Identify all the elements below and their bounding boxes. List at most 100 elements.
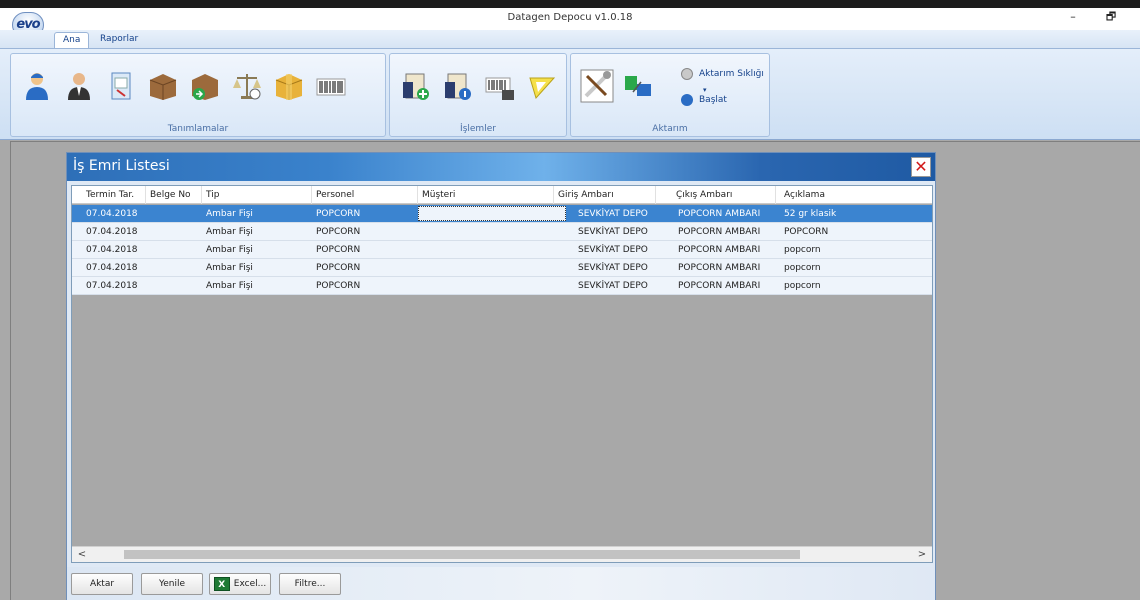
group-tanimlamalar: Tanımlamalar (10, 53, 386, 137)
group-islemler: İşlemler (389, 53, 567, 137)
top-strip (0, 0, 1140, 8)
personnel-icon[interactable] (63, 70, 95, 102)
warehouse-box-icon[interactable] (147, 70, 179, 102)
window-title-text: İş Emri Listesi (73, 158, 170, 174)
table-row[interactable]: 07.04.2018 Ambar Fişi POPCORN SEVKİYAT D… (72, 241, 932, 259)
cell-belge-no (146, 241, 150, 259)
table-row[interactable]: 07.04.2018 Ambar Fişi POPCORN SEVKİYAT D… (72, 277, 932, 295)
window-title-bar: İş Emri Listesi ✕ (67, 153, 935, 181)
cell-musteri (418, 259, 422, 277)
cell-cikis-ambari: POPCORN AMBARI (678, 245, 761, 255)
title-bar: Datagen Depocu v1.0.18 – 🗗 (0, 8, 1140, 30)
restore-button[interactable]: 🗗 (1100, 10, 1122, 26)
cell-cikis-ambari: POPCORN AMBARI (678, 209, 761, 219)
aktar-button[interactable]: Aktar (71, 573, 133, 595)
ribbon-tabs: Ana Raporlar (0, 30, 1140, 48)
cell-aciklama: 52 gr klasik (784, 209, 837, 219)
col-giris-ambari[interactable]: Giriş Ambarı (554, 186, 656, 204)
cell-tip: Ambar Fişi (206, 245, 253, 255)
cell-giris-ambari: SEVKİYAT DEPO (578, 227, 648, 237)
baslat-button[interactable]: Başlat (679, 92, 727, 108)
group-label-aktarim: Aktarım (652, 124, 688, 134)
col-tip[interactable]: Tip (202, 186, 312, 204)
cell-tip: Ambar Fişi (206, 227, 253, 237)
aktarim-sikligi-label: Aktarım Sıklığı (699, 69, 764, 79)
excel-icon: X (213, 576, 230, 591)
cell-musteri (418, 241, 422, 259)
cell-giris-ambari: SEVKİYAT DEPO (578, 209, 648, 219)
cell-termin-tar: 07.04.2018 (86, 245, 138, 255)
yenile-button[interactable]: Yenile (141, 573, 203, 595)
is-emri-listesi-window: İş Emri Listesi ✕ Termin Tar. Belge No T… (66, 152, 936, 600)
cell-cikis-ambari: POPCORN AMBARI (678, 263, 761, 273)
ribbon: Tanımlamalar İşlemler Aktarım Sıklığı ▾ … (0, 48, 1140, 140)
cell-personel: POPCORN (316, 245, 361, 255)
cell-cikis-ambari: POPCORN AMBARI (678, 227, 761, 237)
col-termin-tar[interactable]: Termin Tar. (82, 186, 146, 204)
group-aktarim: Aktarım Sıklığı ▾ Başlat Aktarım (570, 53, 770, 137)
new-document-icon[interactable] (400, 70, 432, 102)
barcode-scan-icon[interactable] (484, 70, 516, 102)
tab-ana[interactable]: Ana (54, 32, 90, 48)
cell-aciklama: POPCORN (784, 227, 829, 237)
cell-personel: POPCORN (316, 263, 361, 273)
cell-belge-no (146, 205, 150, 223)
barcode-icon[interactable] (315, 70, 347, 102)
box-transfer-icon[interactable] (189, 70, 221, 102)
window-title: Datagen Depocu v1.0.18 (507, 12, 633, 23)
col-musteri[interactable]: Müşteri (418, 186, 554, 204)
button-bar: Aktar Yenile X Excel... Filtre... (67, 567, 935, 600)
close-icon[interactable]: ✕ (911, 157, 931, 177)
horizontal-scrollbar[interactable]: < > (72, 546, 932, 562)
cell-musteri-focused[interactable] (418, 206, 566, 221)
cell-musteri (418, 223, 422, 241)
minimize-button[interactable]: – (1062, 10, 1084, 26)
product-box-icon[interactable] (105, 70, 137, 102)
filtre-button[interactable]: Filtre... (279, 573, 341, 595)
cell-termin-tar: 07.04.2018 (86, 227, 138, 237)
package-icon[interactable] (273, 70, 305, 102)
database-sync-icon[interactable] (623, 70, 655, 102)
scroll-right-icon[interactable]: > (914, 547, 930, 562)
col-cikis-ambari[interactable]: Çıkış Ambarı (672, 186, 776, 204)
cell-aciklama: popcorn (784, 245, 821, 255)
scroll-thumb[interactable] (124, 550, 800, 559)
cell-cikis-ambari: POPCORN AMBARI (678, 281, 761, 291)
cell-personel: POPCORN (316, 281, 361, 291)
group-label-tanimlamalar: Tanımlamalar (167, 124, 229, 134)
work-order-grid: Termin Tar. Belge No Tip Personel Müşter… (71, 185, 933, 563)
cell-personel: POPCORN (316, 209, 361, 219)
table-row[interactable]: 07.04.2018 Ambar Fişi POPCORN SEVKİYAT D… (72, 205, 932, 223)
cell-musteri (418, 277, 422, 295)
col-aciklama[interactable]: Açıklama (780, 186, 932, 204)
col-personel[interactable]: Personel (312, 186, 418, 204)
cell-giris-ambari: SEVKİYAT DEPO (578, 245, 648, 255)
user-icon[interactable] (21, 70, 53, 102)
col-belge-no[interactable]: Belge No (146, 186, 202, 204)
cell-belge-no (146, 277, 150, 295)
excel-button[interactable]: X Excel... (209, 573, 271, 595)
table-row[interactable]: 07.04.2018 Ambar Fişi POPCORN SEVKİYAT D… (72, 223, 932, 241)
cell-aciklama: popcorn (784, 263, 821, 273)
excel-label: Excel... (233, 579, 267, 589)
play-icon (681, 94, 693, 106)
cell-aciklama: popcorn (784, 281, 821, 291)
tab-raporlar[interactable]: Raporlar (92, 32, 146, 48)
document-info-icon[interactable] (442, 70, 474, 102)
baslat-label: Başlat (699, 95, 727, 105)
cell-personel: POPCORN (316, 227, 361, 237)
cell-termin-tar: 07.04.2018 (86, 263, 138, 273)
cell-tip: Ambar Fişi (206, 209, 253, 219)
cell-giris-ambari: SEVKİYAT DEPO (578, 281, 648, 291)
group-label-islemler: İşlemler (460, 124, 496, 134)
cell-tip: Ambar Fişi (206, 263, 253, 273)
cell-tip: Ambar Fişi (206, 281, 253, 291)
pencil-icon[interactable] (526, 70, 558, 102)
tools-icon[interactable] (579, 68, 615, 104)
scale-icon[interactable] (231, 70, 263, 102)
table-row[interactable]: 07.04.2018 Ambar Fişi POPCORN SEVKİYAT D… (72, 259, 932, 277)
scroll-left-icon[interactable]: < (74, 547, 90, 562)
grid-header: Termin Tar. Belge No Tip Personel Müşter… (72, 186, 932, 204)
cell-belge-no (146, 259, 150, 277)
aktarim-sikligi-dropdown[interactable]: Aktarım Sıklığı ▾ (679, 66, 769, 94)
